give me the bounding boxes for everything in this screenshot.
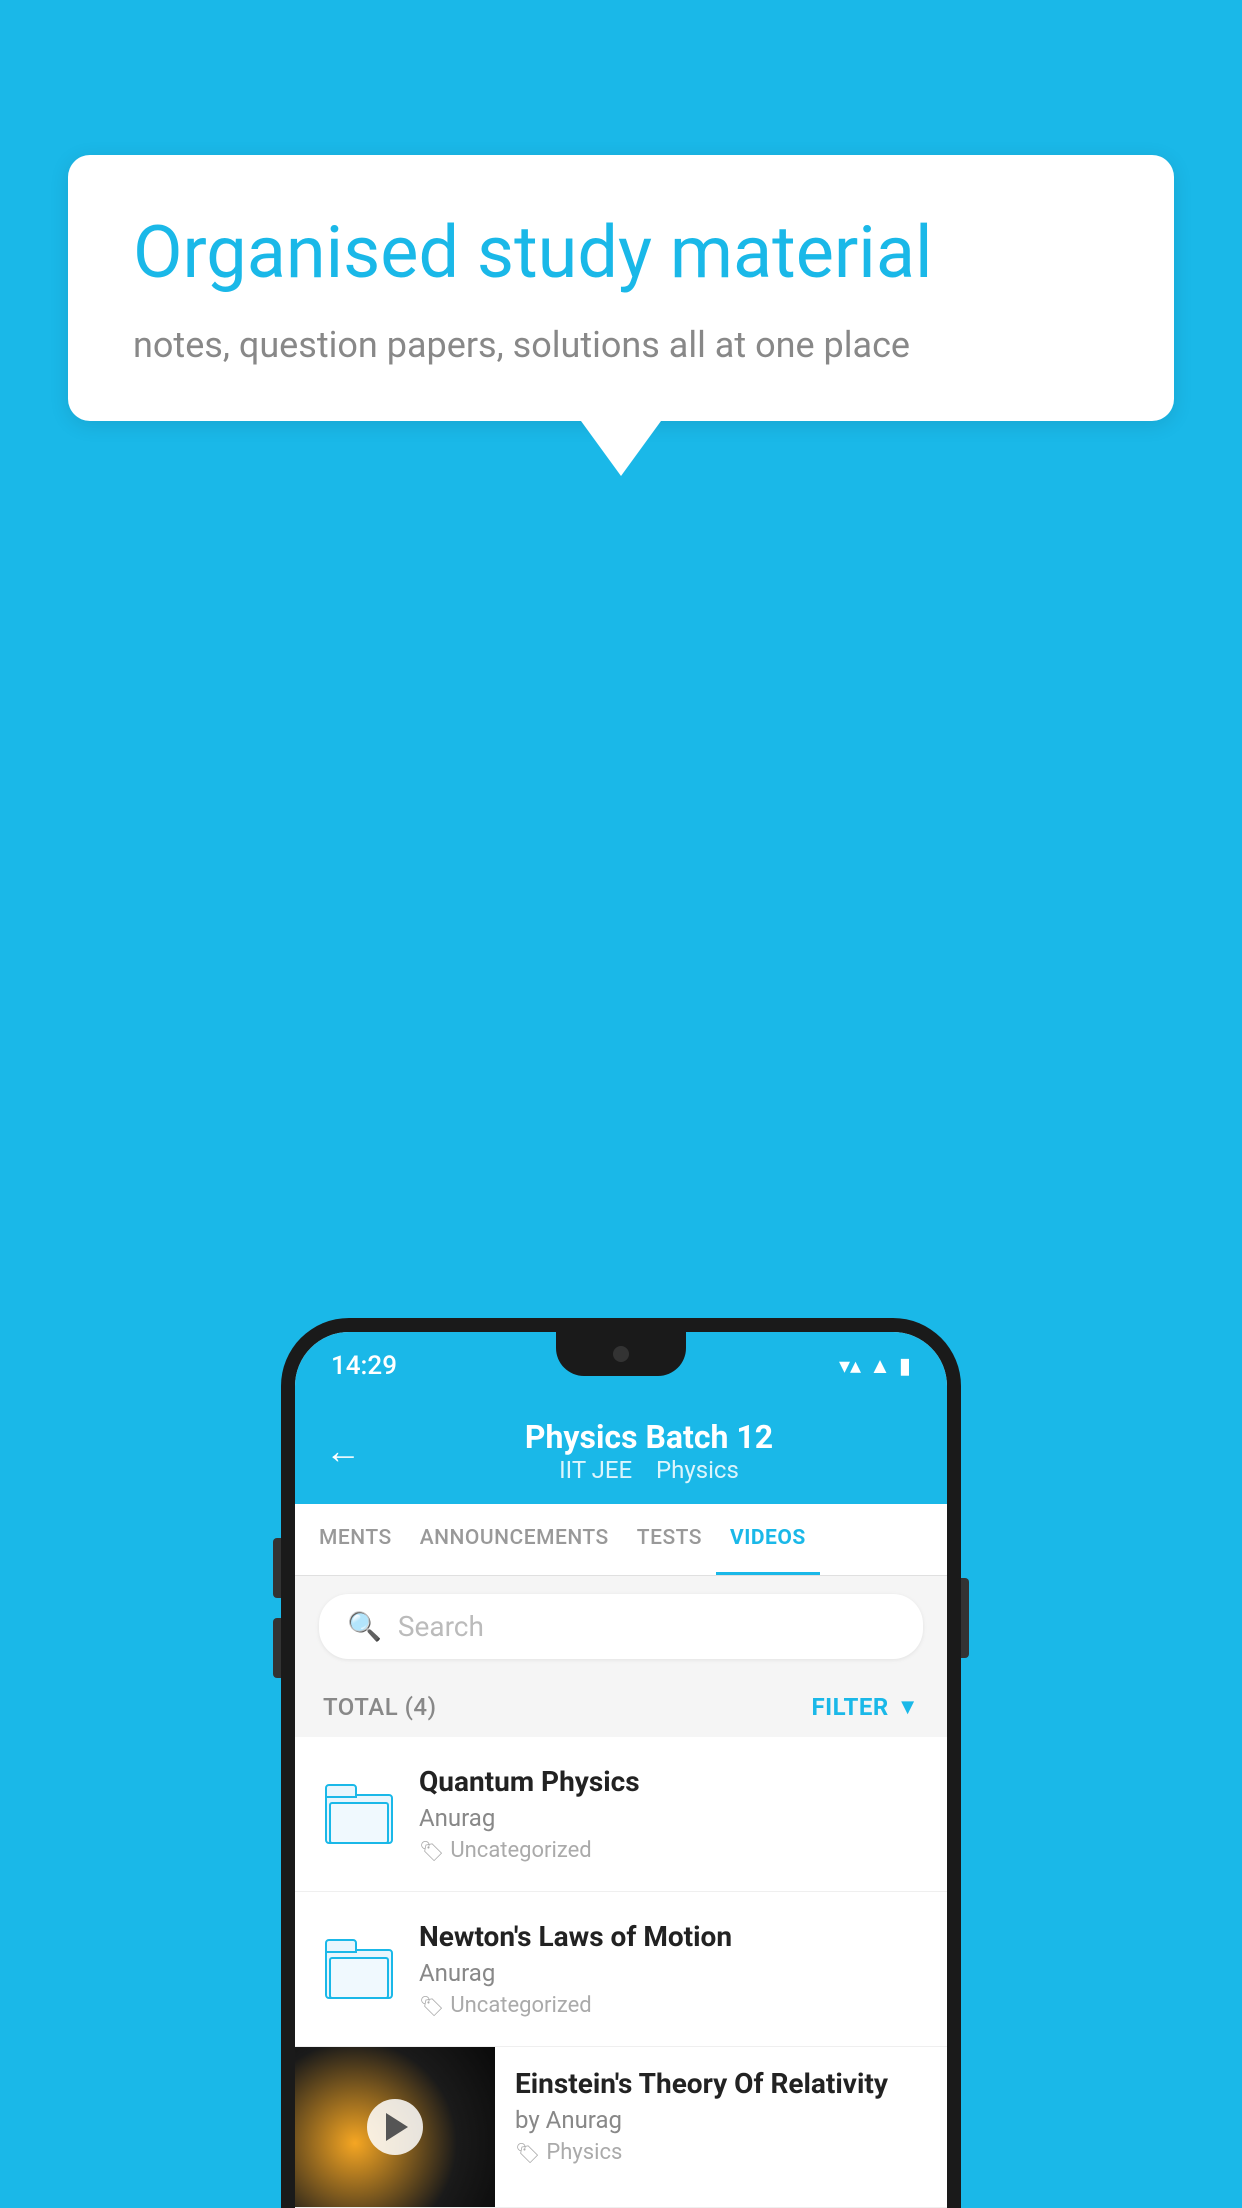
total-count: TOTAL (4) bbox=[323, 1693, 436, 1721]
item-title: Einstein's Theory Of Relativity bbox=[515, 2067, 927, 2100]
power-button[interactable] bbox=[961, 1578, 969, 1658]
item-info: Einstein's Theory Of Relativity by Anura… bbox=[495, 2047, 947, 2185]
filter-icon: ▼ bbox=[897, 1694, 919, 1720]
header-title-group: Physics Batch 12 IIT JEE Physics bbox=[381, 1418, 917, 1484]
tag-icon: 🏷 bbox=[419, 1839, 444, 1863]
play-icon bbox=[386, 2113, 408, 2141]
folder-icon bbox=[323, 1778, 395, 1850]
battery-icon: ▮ bbox=[899, 1354, 911, 1379]
phone-frame: 14:29 ▾▴ ▲ ▮ ← Physics Batch 12 IIT JEE bbox=[281, 1318, 961, 2208]
filter-row: TOTAL (4) FILTER ▼ bbox=[295, 1677, 947, 1737]
item-info: Newton's Laws of Motion Anurag 🏷 Uncateg… bbox=[419, 1920, 919, 2018]
app-header: ← Physics Batch 12 IIT JEE Physics bbox=[295, 1400, 947, 1504]
header-title: Physics Batch 12 bbox=[381, 1418, 917, 1456]
tab-tests[interactable]: TESTS bbox=[623, 1504, 716, 1575]
bubble-heading: Organised study material bbox=[133, 210, 1109, 296]
play-button[interactable] bbox=[367, 2099, 423, 2155]
bubble-arrow bbox=[581, 421, 661, 476]
search-bar[interactable]: 🔍 Search bbox=[319, 1594, 923, 1659]
video-list: Quantum Physics Anurag 🏷 Uncategorized bbox=[295, 1737, 947, 2208]
list-item[interactable]: Quantum Physics Anurag 🏷 Uncategorized bbox=[295, 1737, 947, 1892]
status-icons: ▾▴ ▲ ▮ bbox=[839, 1353, 911, 1379]
folder-svg bbox=[325, 1784, 393, 1844]
wifi-icon: ▾▴ bbox=[839, 1354, 861, 1379]
bubble-subtext: notes, question papers, solutions all at… bbox=[133, 324, 1109, 366]
back-button[interactable]: ← bbox=[325, 1430, 361, 1472]
header-subtitle: IIT JEE Physics bbox=[381, 1456, 917, 1484]
list-item[interactable]: Einstein's Theory Of Relativity by Anura… bbox=[295, 2047, 947, 2208]
phone-wrapper: 14:29 ▾▴ ▲ ▮ ← Physics Batch 12 IIT JEE bbox=[281, 1318, 961, 2208]
tag-icon: 🏷 bbox=[419, 1994, 444, 2018]
item-tag: 🏷 Physics bbox=[515, 2140, 927, 2165]
list-item[interactable]: Newton's Laws of Motion Anurag 🏷 Uncateg… bbox=[295, 1892, 947, 2047]
speech-bubble-container: Organised study material notes, question… bbox=[68, 155, 1174, 476]
search-placeholder: Search bbox=[398, 1610, 484, 1643]
phone-screen: 14:29 ▾▴ ▲ ▮ ← Physics Batch 12 IIT JEE bbox=[295, 1332, 947, 2208]
tab-ments[interactable]: MENTS bbox=[305, 1504, 406, 1575]
item-author: Anurag bbox=[419, 1804, 919, 1832]
item-tag: 🏷 Uncategorized bbox=[419, 1993, 919, 2018]
speech-bubble: Organised study material notes, question… bbox=[68, 155, 1174, 421]
filter-button[interactable]: FILTER ▼ bbox=[811, 1693, 919, 1721]
folder-svg bbox=[325, 1939, 393, 1999]
folder-icon bbox=[323, 1933, 395, 2005]
video-thumbnail bbox=[295, 2047, 495, 2207]
tab-announcements[interactable]: ANNOUNCEMENTS bbox=[406, 1504, 623, 1575]
search-icon: 🔍 bbox=[347, 1610, 382, 1643]
tab-videos[interactable]: VIDEOS bbox=[716, 1504, 820, 1575]
tag-icon: 🏷 bbox=[515, 2141, 540, 2165]
item-author: by Anurag bbox=[515, 2106, 927, 2134]
status-bar: 14:29 ▾▴ ▲ ▮ bbox=[295, 1332, 947, 1400]
item-title: Quantum Physics bbox=[419, 1765, 919, 1798]
signal-icon: ▲ bbox=[869, 1353, 891, 1379]
search-bar-wrapper: 🔍 Search bbox=[295, 1576, 947, 1677]
item-info: Quantum Physics Anurag 🏷 Uncategorized bbox=[419, 1765, 919, 1863]
item-title: Newton's Laws of Motion bbox=[419, 1920, 919, 1953]
camera bbox=[613, 1346, 629, 1362]
item-tag: 🏷 Uncategorized bbox=[419, 1838, 919, 1863]
item-author: Anurag bbox=[419, 1959, 919, 1987]
status-time: 14:29 bbox=[331, 1351, 397, 1381]
subtitle-physics: Physics bbox=[656, 1456, 739, 1484]
notch bbox=[556, 1332, 686, 1376]
vol-up-button[interactable] bbox=[273, 1538, 281, 1598]
tabs-bar: MENTS ANNOUNCEMENTS TESTS VIDEOS bbox=[295, 1504, 947, 1576]
subtitle-iitjee: IIT JEE bbox=[559, 1456, 632, 1484]
vol-down-button[interactable] bbox=[273, 1618, 281, 1678]
